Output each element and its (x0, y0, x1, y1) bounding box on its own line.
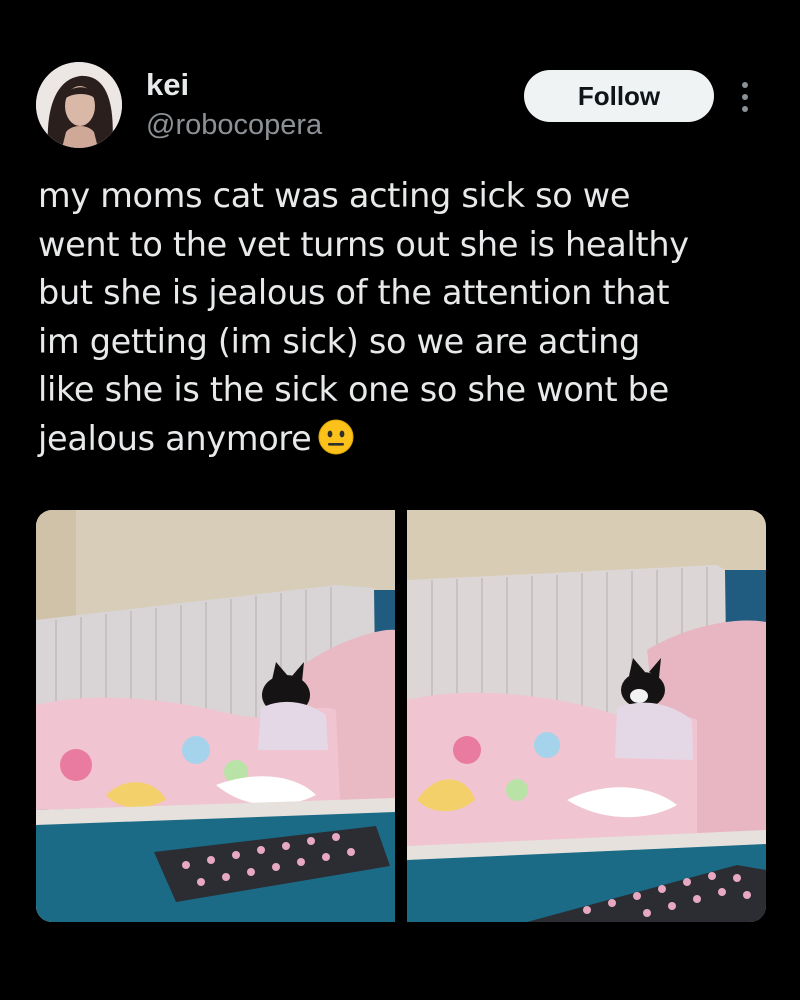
tweet-line: jealous anymore (38, 418, 312, 458)
more-dot (742, 106, 748, 112)
tweet-header: kei @robocopera Follow (0, 0, 800, 160)
tweet-text: my moms cat was acting sick so we went t… (38, 172, 768, 463)
cat-under-blanket-photo (36, 510, 395, 922)
more-options-icon[interactable] (738, 82, 752, 112)
neutral-face-emoji-icon (317, 418, 355, 456)
avatar[interactable] (36, 62, 122, 148)
display-name[interactable]: kei (146, 68, 322, 102)
more-dot (742, 82, 748, 88)
tweet-line: went to the vet turns out she is healthy (38, 224, 689, 264)
tweet-line: like she is the sick one so she wont be (38, 370, 669, 409)
more-dot (742, 94, 748, 100)
tweet-line: but she is jealous of the attention that (38, 273, 670, 312)
tweet-line-last: jealous anymore (38, 415, 768, 464)
photo-right[interactable] (407, 510, 766, 922)
user-handle[interactable]: @robocopera (146, 108, 322, 142)
avatar-image (36, 62, 122, 148)
follow-button[interactable]: Follow (524, 70, 714, 122)
photo-left[interactable] (36, 510, 395, 922)
media-grid[interactable] (36, 510, 766, 922)
cat-under-blanket-photo (407, 510, 766, 922)
tweet-line: im getting (im sick) so we are acting (38, 321, 641, 361)
tweet-line: my moms cat was acting sick so we (38, 176, 631, 215)
author-info: kei @robocopera (146, 68, 322, 142)
